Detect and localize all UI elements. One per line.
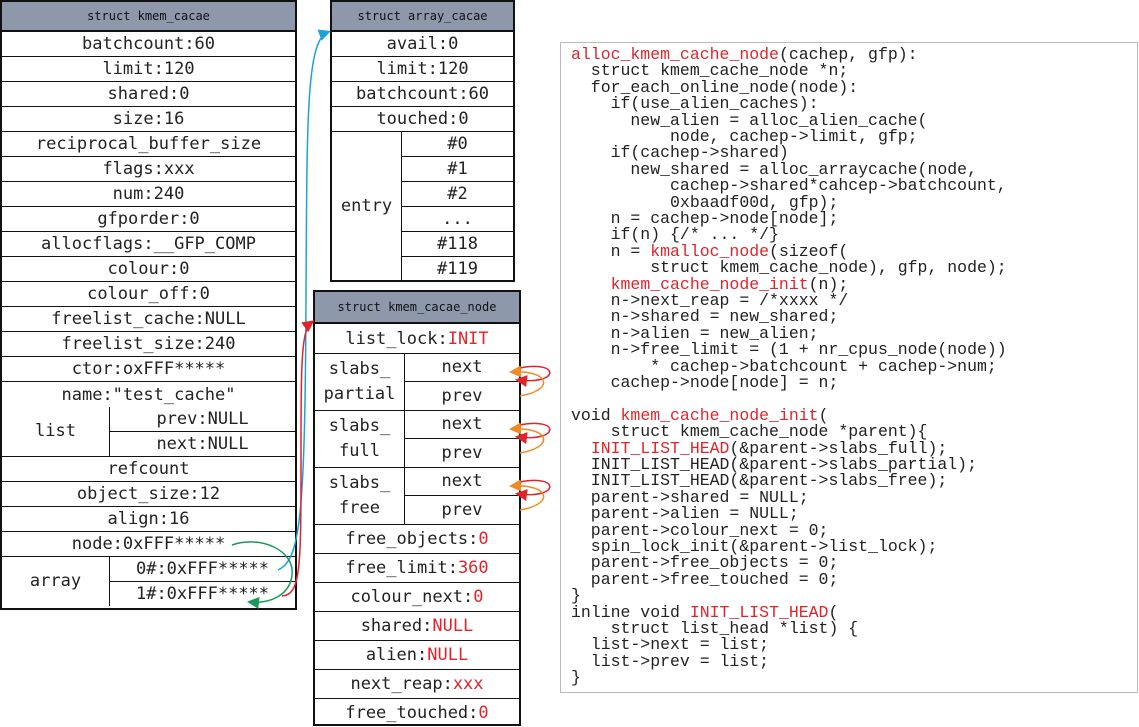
slabs-free-field: slabs_ free next prev [315,468,519,525]
slabs-partial-next-loop [515,365,551,388]
field-row: flags:xxx [2,157,295,182]
field-row: name:"test_cache" [61,384,236,405]
list-lock-field: list_lock: INIT [315,324,519,354]
free-limit-field: free_limit: 360 [315,554,519,583]
entry-item: #0 [402,132,513,157]
field-row: align:16 [2,507,295,532]
field-row: batchcount:60 [2,32,295,57]
shared-field: shared: NULL [315,612,519,641]
slabs-partial-label: slabs_ partial [315,354,405,410]
kmem-cacae-struct: struct kmem_cacae batchcount:60 limit:12… [0,0,297,610]
entry-label: entry [332,132,402,280]
code-line: parent->free_touched = 0; [571,569,839,589]
list-label: list [2,407,110,456]
slabs-free-next-loop [515,479,551,502]
entry-item: #118 [402,232,513,257]
kmem-cacae-node-struct: struct kmem_cacae_node list_lock: INIT sl… [313,290,521,726]
slabs-full-label: slabs_ full [315,411,405,467]
slabs-partial-field: slabs_ partial next prev [315,354,519,411]
slabs-free-label: slabs_ free [315,468,405,524]
colour-next-field: colour_next: 0 [315,583,519,612]
free-touched-field: free_touched: 0 [345,703,489,723]
list-field: list prev:NULL next:NULL [2,407,295,457]
slabs-free-prev: prev [441,499,483,520]
slabs-partial-next: next [405,354,519,382]
array-entry-1: 1#:0xFFF***** [135,584,270,604]
kmem-cacae-node-title: struct kmem_cacae_node [315,292,519,324]
field-row: limit:120 [2,57,295,82]
field-row: freelist_size:240 [2,332,295,357]
entry-item: #1 [402,157,513,182]
field-row: batchcount:60 [332,82,513,107]
field-row: num:240 [2,182,295,207]
field-row: freelist_cache:NULL [2,307,295,332]
list-lock-key: list_lock: [345,328,448,349]
entry-field: entry #0 #1 #2 ... #118 #119 [332,132,513,280]
field-row: object_size:12 [2,482,295,507]
next-reap-field: next_reap: xxx [315,670,519,699]
code-line: } [571,668,581,688]
kmem-cacae-rows: batchcount:60 limit:120 shared:0 size:16… [2,32,295,407]
slabs-full-next: next [405,411,519,439]
code-line: cachep->node[node] = n; [571,373,839,392]
list-prev: prev:NULL [110,407,295,432]
field-row: size:16 [2,107,295,132]
list-next: next:NULL [156,433,249,454]
field-row: ctor:oxFFF***** [2,357,295,382]
slabs-free-next: next [405,468,519,496]
alien-field: alien: NULL [315,641,519,670]
field-row: limit:120 [332,57,513,82]
array-field: array 0#:0xFFF***** 1#:0xFFF***** [2,557,295,606]
field-row: colour_off:0 [2,282,295,307]
array-cacae-struct: struct array_cacae avail:0 limit:120 bat… [330,0,515,282]
array-cacae-title: struct array_cacae [332,2,513,32]
free-objects-field: free_objects: 0 [315,525,519,554]
entry-item: #119 [437,258,478,279]
node-field: node:0xFFF***** [2,532,295,557]
slabs-full-prev: prev [441,442,483,463]
entry-item: #2 [402,182,513,207]
field-row: colour:0 [2,257,295,282]
array-label: array [2,557,110,606]
field-row: shared:0 [2,82,295,107]
list-lock-value: INIT [447,328,489,349]
slabs-partial-prev: prev [441,385,483,406]
field-row: reciprocal_buffer_size [2,132,295,157]
field-row: allocflags:__GFP_COMP [2,232,295,257]
entry-item: ... [402,207,513,232]
array-entry-0: 0#:0xFFF***** [110,557,295,582]
field-row: refcount [2,457,295,482]
field-row: gfporder:0 [2,207,295,232]
kmem-cacae-title: struct kmem_cacae [2,2,295,32]
slabs-full-next-loop [515,422,551,445]
code-panel: alloc_kmem_cache_node(cachep, gfp): stru… [560,42,1138,693]
slabs-full-field: slabs_ full next prev [315,411,519,468]
field-row: avail:0 [332,32,513,57]
code-line: list->prev = list; [571,651,770,671]
field-row: touched:0 [332,107,513,132]
